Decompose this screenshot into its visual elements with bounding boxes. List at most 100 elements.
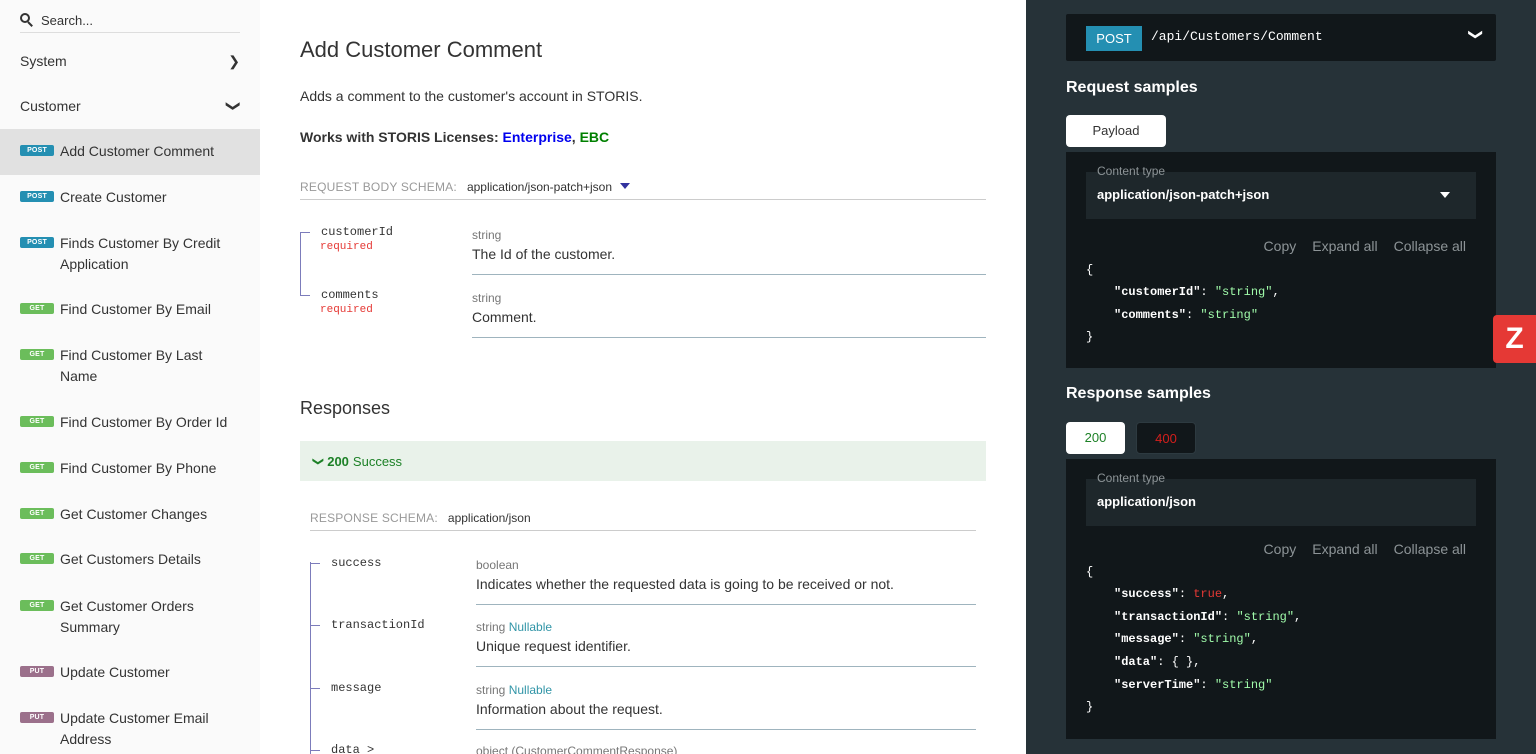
search-icon (20, 13, 34, 27)
content-type-display: Content type application/json (1086, 471, 1476, 526)
zoominfo-logo-icon[interactable]: Z (1493, 315, 1536, 363)
schema-tree-branch (310, 688, 320, 689)
field-type: string Nullable (476, 683, 553, 697)
method-badge: POST (20, 237, 54, 248)
endpoint-toggle[interactable]: POST /api/Customers/Comment ❯ (1066, 14, 1496, 61)
sidebar-item-add-customer-comment[interactable]: POST Add Customer Comment (0, 129, 260, 175)
page-title: Add Customer Comment (300, 37, 543, 62)
licenses-prefix: Works with STORIS Licenses: (300, 129, 503, 145)
licenses-line: Works with STORIS Licenses: Enterprise, … (300, 129, 609, 145)
nullable-tag: Nullable (508, 620, 553, 634)
field-type: object (CustomerCommentResponse) (476, 744, 678, 754)
field-name-data[interactable]: data > (331, 743, 374, 754)
schema-tree-branch (300, 295, 310, 296)
request-samples-title: Request samples (1066, 79, 1198, 96)
tab-response-200[interactable]: 200 (1066, 422, 1125, 454)
copy-button[interactable]: Copy (1264, 541, 1297, 557)
sidebar-item-get-customer-orders-summary[interactable]: GET Get Customer Orders Summary (0, 596, 260, 638)
sidebar-item-find-customer-by-email[interactable]: GET Find Customer By Email (0, 299, 260, 320)
request-schema-select[interactable]: application/json-patch+json (467, 180, 631, 194)
method-badge: POST (20, 145, 54, 156)
sidebar-item-label: Find Customer By Phone (60, 460, 217, 476)
schema-tree-line (300, 232, 301, 296)
sidebar-item-create-customer[interactable]: POST Create Customer (0, 187, 260, 208)
field-type: string (472, 228, 502, 242)
field-divider (472, 274, 986, 275)
method-badge: GET (20, 462, 54, 473)
response-200-toggle[interactable]: ❯ 200 Success (300, 441, 986, 481)
content-type-label: Content type (1097, 471, 1166, 485)
main-content: Add Customer Comment Adds a comment to t… (260, 0, 1026, 754)
field-name-success: success (331, 556, 382, 570)
content-type-select[interactable]: Content type application/json-patch+json (1086, 164, 1476, 219)
sidebar-item-find-customer-by-order-id[interactable]: GET Find Customer By Order Id (0, 412, 260, 433)
caret-down-icon (1440, 192, 1450, 198)
code-line: "serverTime": "string" (1114, 678, 1273, 692)
sidebar-item-get-customers-details[interactable]: GET Get Customers Details (0, 549, 260, 570)
field-divider (472, 337, 986, 338)
field-description: The Id of the customer. (472, 246, 616, 262)
response-schema-header: RESPONSE SCHEMA: application/json (310, 511, 976, 531)
sidebar-item-label: Get Customer Changes (60, 506, 208, 522)
responses-title: Responses (300, 398, 391, 418)
sidebar-item-find-customer-by-last-name[interactable]: GET Find Customer By Last Name (0, 345, 260, 387)
schema-tree-branch (310, 625, 320, 626)
field-type: string (472, 291, 502, 305)
sidebar-group-system[interactable]: System ❯ (0, 38, 260, 84)
search-input[interactable] (41, 12, 231, 28)
response-samples-title: Response samples (1066, 385, 1211, 402)
code-actions: Copy Expand all Collapse all (1248, 541, 1466, 557)
schema-tree-branch (310, 563, 320, 564)
sidebar-group-customer[interactable]: Customer ❯ (0, 83, 260, 129)
expand-all-button[interactable]: Expand all (1312, 541, 1377, 557)
sidebar-item-find-customer-by-phone[interactable]: GET Find Customer By Phone (0, 458, 260, 479)
content-type-value: application/json (1097, 494, 1196, 509)
collapse-all-button[interactable]: Collapse all (1394, 541, 1466, 557)
chevron-down-icon: ❯ (1468, 28, 1485, 41)
sidebar-item-label: Find Customer By Email (60, 301, 211, 317)
sidebar-item-update-customer[interactable]: PUT Update Customer (0, 662, 260, 683)
sidebar-item-label: Find Customer By Order Id (60, 414, 228, 430)
code-line: "comments": "string" (1114, 308, 1259, 322)
sidebar-item-get-customer-changes[interactable]: GET Get Customer Changes (0, 504, 260, 525)
chevron-down-icon: ❯ (312, 456, 325, 466)
caret-down-icon (620, 183, 631, 189)
field-name-transactionid: transactionId (331, 618, 425, 632)
sidebar-item-label: Update Customer Email Address (60, 710, 209, 747)
response-text: Success (352, 453, 403, 469)
sidebar-item-label: Create Customer (60, 189, 167, 205)
collapse-all-button[interactable]: Collapse all (1394, 238, 1466, 254)
field-required: required (320, 241, 373, 253)
method-badge: GET (20, 349, 54, 360)
schema-tree-branch (300, 232, 310, 233)
request-schema-header: REQUEST BODY SCHEMA: application/json-pat… (300, 180, 986, 200)
sidebar: System ❯ Customer ❯ POST Add Customer Co… (0, 0, 260, 754)
search-box (20, 8, 240, 33)
field-name-comments: comments (321, 288, 379, 302)
copy-button[interactable]: Copy (1264, 238, 1297, 254)
field-divider (476, 604, 976, 605)
endpoint-path: /api/Customers/Comment (1151, 29, 1323, 44)
sidebar-item-label: Update Customer (60, 664, 170, 680)
code-actions: Copy Expand all Collapse all (1248, 238, 1466, 254)
expand-all-button[interactable]: Expand all (1312, 238, 1377, 254)
sidebar-item-label: Find Customer By Last Name (60, 347, 203, 384)
field-name-customerid: customerId (321, 225, 394, 239)
chevron-right-icon: ❯ (228, 53, 240, 69)
code-brace-open: { (1086, 565, 1094, 579)
sidebar-item-update-customer-email-address[interactable]: PUT Update Customer Email Address (0, 708, 260, 750)
tab-response-400[interactable]: 400 (1136, 422, 1196, 454)
field-type: string Nullable (476, 620, 553, 634)
nullable-tag: Nullable (508, 683, 553, 697)
schema-tree-branch (310, 750, 320, 751)
field-divider (476, 729, 976, 730)
license-enterprise: Enterprise (502, 129, 572, 145)
endpoint-method-badge: POST (1086, 26, 1142, 51)
sidebar-item-finds-customer-by-credit-application[interactable]: POST Finds Customer By Credit Applicatio… (0, 233, 260, 275)
tab-payload[interactable]: Payload (1066, 115, 1166, 147)
response-schema-value: application/json (447, 511, 531, 525)
method-badge: GET (20, 416, 54, 427)
license-ebc: EBC (579, 129, 610, 145)
method-badge: PUT (20, 666, 54, 677)
license-separator: , (571, 129, 580, 145)
